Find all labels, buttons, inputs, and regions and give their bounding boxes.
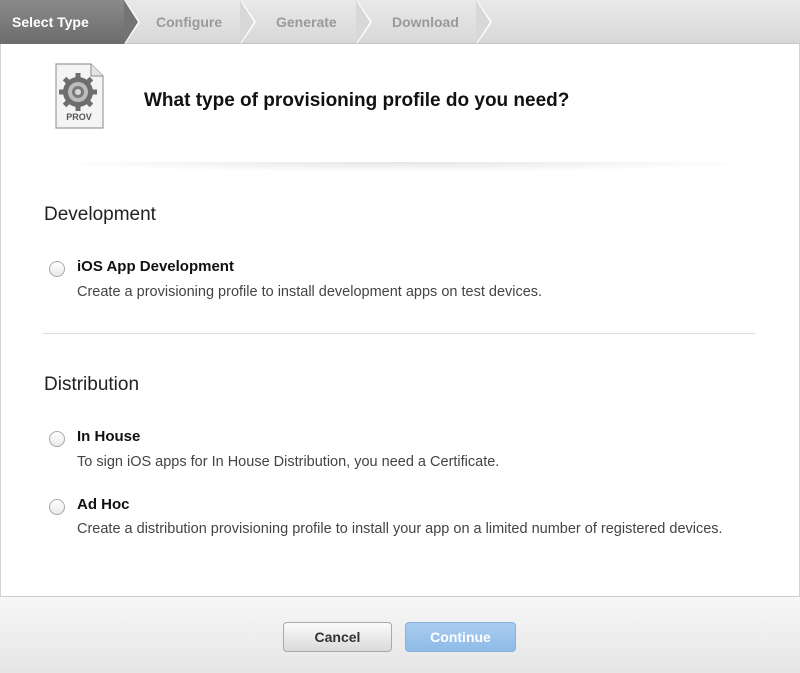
panel-header: PROV What type of provisioning profile d… <box>1 44 800 172</box>
provisioning-profile-icon: PROV <box>53 62 105 130</box>
icon-label: PROV <box>66 112 92 122</box>
step-label: Select Type <box>12 14 89 30</box>
radio-in-house[interactable] <box>49 431 65 447</box>
option-title-ios-app-development[interactable]: iOS App Development <box>77 258 234 275</box>
cancel-button[interactable]: Cancel <box>283 622 392 652</box>
continue-button[interactable]: Continue <box>405 622 516 652</box>
option-title-ad-hoc[interactable]: Ad Hoc <box>77 496 130 513</box>
page-title: What type of provisioning profile do you… <box>144 90 570 111</box>
step-label: Download <box>392 14 459 30</box>
option-title-in-house[interactable]: In House <box>77 428 140 445</box>
step-label: Configure <box>156 14 223 30</box>
step-label: Generate <box>276 14 337 30</box>
step-select-type: Select Type <box>0 0 140 44</box>
section-title-distribution: Distribution <box>44 374 140 395</box>
section-divider <box>43 333 755 334</box>
radio-ad-hoc[interactable] <box>49 499 65 515</box>
step-progress-bar: Select Type Configure Generate Download <box>0 0 800 44</box>
option-desc-in-house: To sign iOS apps for In House Distributi… <box>77 454 500 470</box>
footer-bar: Cancel Continue <box>0 596 800 673</box>
radio-ios-app-development[interactable] <box>49 261 65 277</box>
step-generate: Generate <box>240 0 372 44</box>
step-configure: Configure <box>124 0 256 44</box>
option-desc-ios-app-development: Create a provisioning profile to install… <box>77 284 543 300</box>
profile-type-panel: PROV What type of provisioning profile d… <box>0 44 800 596</box>
step-download: Download <box>356 0 492 44</box>
section-title-development: Development <box>44 204 156 225</box>
option-desc-ad-hoc: Create a distribution provisioning profi… <box>77 521 723 537</box>
